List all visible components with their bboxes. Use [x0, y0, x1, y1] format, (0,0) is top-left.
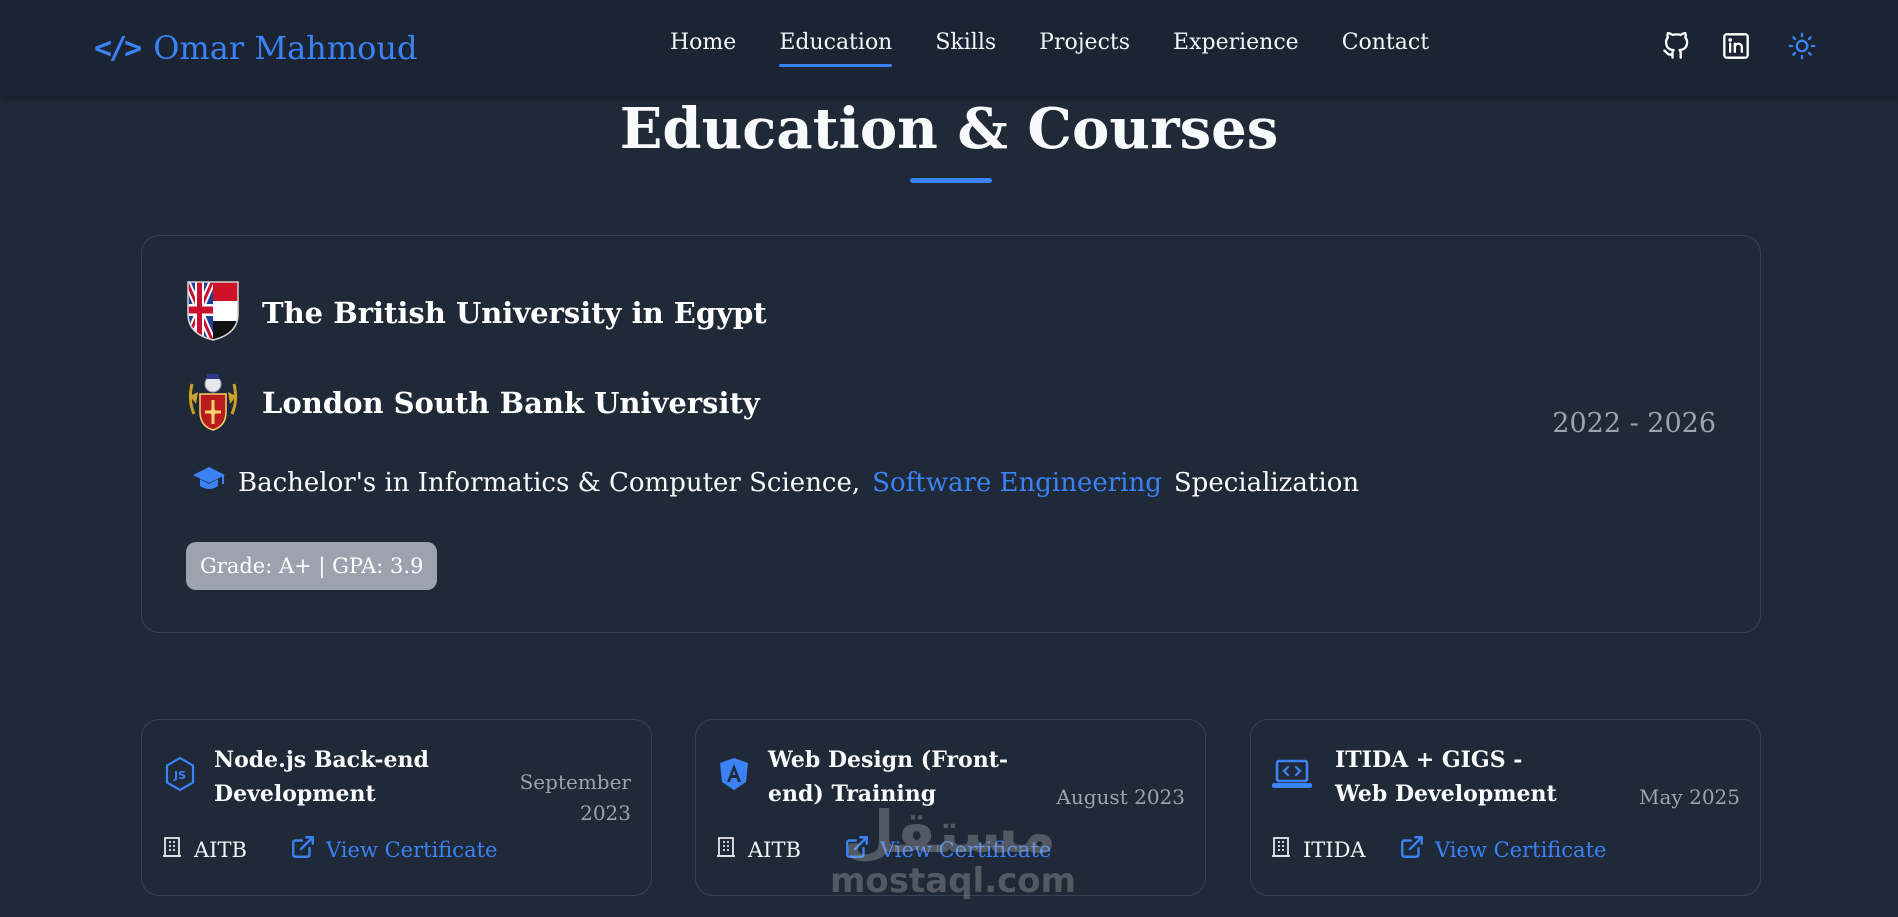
- top-navbar: </> Omar Mahmoud Home Education Skills P…: [0, 0, 1898, 96]
- nav-link-contact[interactable]: Contact: [1342, 30, 1429, 63]
- github-icon[interactable]: [1660, 30, 1692, 62]
- view-certificate-link[interactable]: View Certificate: [290, 834, 497, 865]
- external-link-icon: [1399, 834, 1425, 865]
- course-title: Web Design (Front-end) Training: [768, 747, 1009, 807]
- nav-link-projects[interactable]: Projects: [1039, 30, 1130, 63]
- course-title: Node.js Back-end Development: [214, 747, 429, 807]
- section-title: Education & Courses: [619, 96, 1279, 162]
- university-row: The British University in Egypt: [186, 280, 767, 346]
- svg-text:JS: JS: [173, 769, 186, 782]
- course-card: ITIDA + GIGS - Web Development May 2025 …: [1250, 719, 1761, 896]
- title-underline: [910, 178, 992, 183]
- degree-text: Bachelor's in Informatics & Computer Sci…: [238, 467, 861, 498]
- course-title: ITIDA + GIGS - Web Development: [1335, 747, 1557, 807]
- course-card: Web Design (Front-end) Training August 2…: [695, 719, 1206, 896]
- building-icon: [716, 836, 736, 863]
- course-org-name: AITB: [194, 837, 247, 862]
- external-link-icon: [290, 834, 316, 865]
- course-org-name: AITB: [748, 837, 801, 862]
- university-name: London South Bank University: [262, 386, 760, 420]
- grade-badge: Grade: A+ | GPA: 3.9: [186, 542, 438, 590]
- view-certificate-label: View Certificate: [326, 837, 498, 862]
- linkedin-icon[interactable]: [1720, 30, 1752, 62]
- education-card: The British University in Egypt London S…: [141, 235, 1761, 633]
- course-card: JS Node.js Back-end Development Septembe…: [141, 719, 652, 896]
- bue-crest-icon: [186, 280, 240, 346]
- course-footer: AITB View Certificate: [162, 834, 497, 865]
- building-icon: [162, 836, 182, 863]
- course-date: May 2025: [1639, 785, 1740, 809]
- course-org: AITB: [716, 836, 844, 863]
- nodejs-icon: JS: [162, 756, 198, 792]
- nav-links: Home Education Skills Projects Experienc…: [670, 30, 1429, 67]
- degree-line: Bachelor's in Informatics & Computer Sci…: [192, 464, 1359, 501]
- lsbu-crest-icon: [186, 370, 240, 436]
- degree-specialization: Software Engineering: [872, 467, 1162, 498]
- nav-link-experience[interactable]: Experience: [1173, 30, 1299, 63]
- brand-logo-link[interactable]: </> Omar Mahmoud: [94, 28, 417, 68]
- degree-suffix: Specialization: [1173, 467, 1360, 498]
- nav-link-home[interactable]: Home: [670, 30, 736, 63]
- nav-icon-group: [1660, 30, 1818, 62]
- course-org-name: ITIDA: [1303, 837, 1366, 862]
- view-certificate-link[interactable]: View Certificate: [1399, 834, 1606, 865]
- code-icon: </>: [94, 30, 142, 66]
- course-footer: AITB View Certificate: [716, 834, 1051, 865]
- course-org: AITB: [162, 836, 290, 863]
- brand-name: Omar Mahmoud: [153, 29, 418, 67]
- course-date: September 2023: [519, 770, 631, 825]
- angular-icon: [716, 756, 752, 792]
- nav-link-education[interactable]: Education: [779, 30, 893, 67]
- course-org: ITIDA: [1271, 836, 1399, 863]
- laptop-code-icon: [1271, 756, 1313, 792]
- course-footer: ITIDA View Certificate: [1271, 834, 1606, 865]
- course-date: August 2023: [1056, 785, 1185, 809]
- nav-link-skills[interactable]: Skills: [935, 30, 996, 63]
- university-name: The British University in Egypt: [262, 296, 767, 330]
- external-link-icon: [844, 834, 870, 865]
- education-years: 2022 - 2026: [1552, 408, 1716, 439]
- university-row: London South Bank University: [186, 370, 760, 436]
- view-certificate-label: View Certificate: [880, 837, 1052, 862]
- sun-icon[interactable]: [1786, 30, 1818, 62]
- building-icon: [1271, 836, 1291, 863]
- view-certificate-label: View Certificate: [1435, 837, 1607, 862]
- view-certificate-link[interactable]: View Certificate: [844, 834, 1051, 865]
- graduation-cap-icon: [192, 464, 226, 501]
